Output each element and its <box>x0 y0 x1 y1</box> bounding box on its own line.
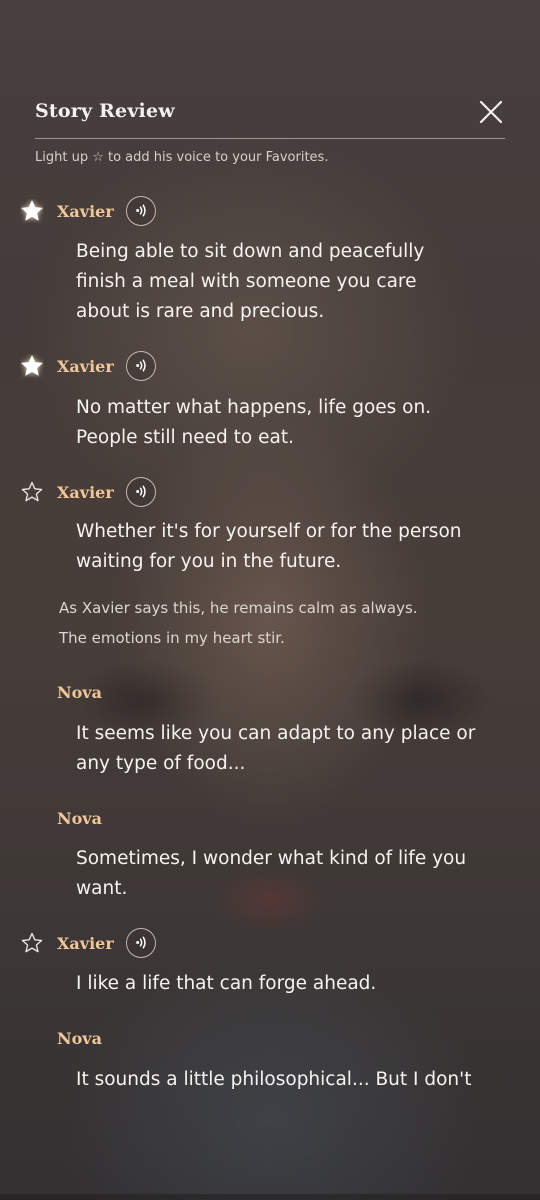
close-button[interactable] <box>477 98 505 126</box>
speaker-name: Xavier <box>57 483 114 502</box>
story-review-panel: Story Review Light up ☆ to add his voice… <box>0 0 540 1200</box>
voice-play-button[interactable] <box>126 196 156 226</box>
voice-play-icon <box>136 204 146 217</box>
dialogue-line: want. <box>76 878 128 899</box>
header: Story Review <box>35 96 505 139</box>
speaker-name: Xavier <box>57 934 114 953</box>
favorites-hint: Light up ☆ to add his voice to your Favo… <box>35 150 329 165</box>
narration-line: The emotions in my heart stir. <box>59 629 285 647</box>
voice-play-button[interactable] <box>126 928 156 958</box>
bottom-edge <box>0 1194 540 1200</box>
favorite-star-filled-icon[interactable] <box>20 354 44 378</box>
favorite-star-outline-icon[interactable] <box>20 931 44 955</box>
narration-line: As Xavier says this, he remains calm as … <box>59 599 418 617</box>
voice-play-button[interactable] <box>126 351 156 381</box>
voice-play-icon <box>136 936 146 949</box>
dialogue-line: any type of food... <box>76 753 246 774</box>
dialogue-line: It seems like you can adapt to any place… <box>76 723 476 744</box>
voice-play-icon <box>136 359 146 372</box>
dialogue-line: Being able to sit down and peacefully <box>76 241 425 262</box>
favorite-star-outline-icon[interactable] <box>20 480 44 504</box>
speaker-name: Xavier <box>57 357 114 376</box>
favorite-star-filled-icon[interactable] <box>20 199 44 223</box>
speaker-name: Nova <box>57 683 102 702</box>
dialogue-line: Sometimes, I wonder what kind of life yo… <box>76 848 467 869</box>
voice-play-icon <box>136 485 146 498</box>
close-icon <box>479 100 503 124</box>
speaker-name: Nova <box>57 809 102 828</box>
voice-play-button[interactable] <box>126 477 156 507</box>
dialogue-line: People still need to eat. <box>76 427 294 448</box>
dialogue-line: It sounds a little philosophical... But … <box>76 1069 472 1090</box>
dialogue-line: finish a meal with someone you care <box>76 271 417 292</box>
page-title: Story Review <box>35 100 175 122</box>
dialogue-line: Whether it's for yourself or for the per… <box>76 521 462 542</box>
dialogue-line: I like a life that can forge ahead. <box>76 973 377 994</box>
dialogue-line: No matter what happens, life goes on. <box>76 397 432 418</box>
dialogue-line: about is rare and precious. <box>76 301 325 322</box>
speaker-name: Nova <box>57 1029 102 1048</box>
speaker-name: Xavier <box>57 202 114 221</box>
dialogue-line: waiting for you in the future. <box>76 551 342 572</box>
